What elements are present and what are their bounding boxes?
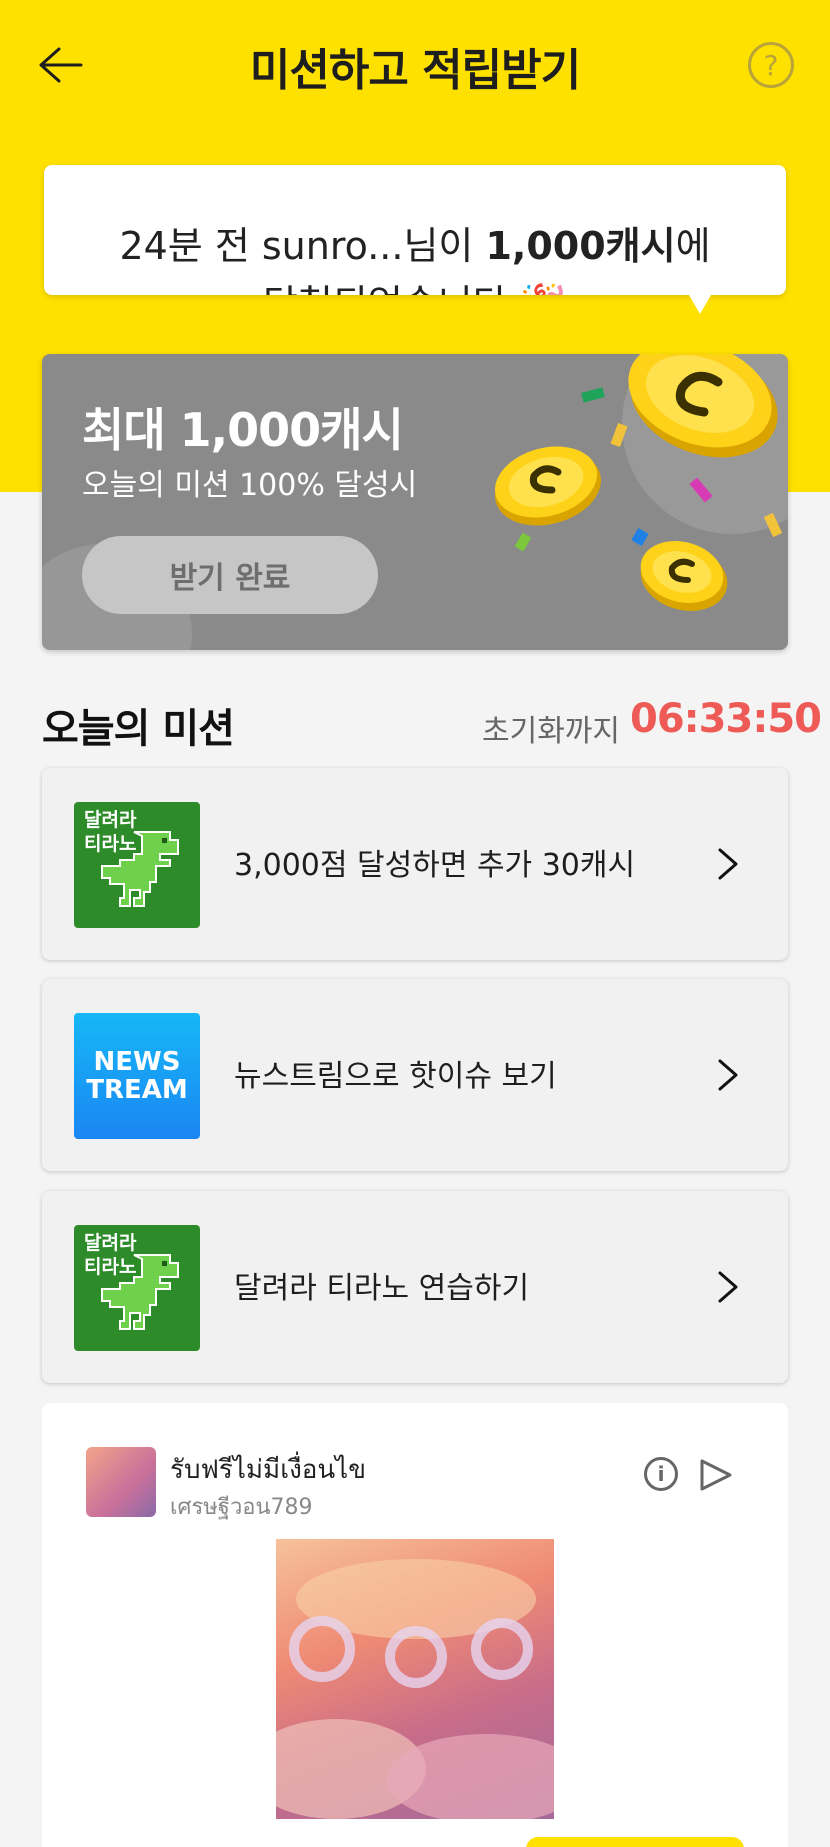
thumb-text: NEWS xyxy=(93,1047,181,1077)
newstream-icon: NEWS TREAM xyxy=(74,1013,200,1139)
dino-game-icon: 달려라 티라노 xyxy=(74,1225,200,1351)
ad-advertiser: เศรษฐีวอน789 xyxy=(170,1495,313,1520)
missions-title: 오늘의 미션 xyxy=(42,706,235,752)
reward-subtitle: 오늘의 미션 100% 달성시 xyxy=(82,468,418,503)
help-button[interactable]: ? xyxy=(748,42,794,88)
mission-item[interactable]: 달려라 티라노 3,000점 달성하면 추가 30캐시 xyxy=(42,768,788,960)
chevron-right-icon xyxy=(718,1271,738,1303)
page-title: 미션하고 적립받기 xyxy=(249,45,581,96)
app-header: 미션하고 적립받기 ? xyxy=(0,0,830,130)
mission-label: 3,000점 달성하면 추가 30캐시 xyxy=(234,848,636,883)
chevron-right-icon xyxy=(718,848,738,880)
ticker-next-line: 당첨되었습니다 🎉 xyxy=(44,273,786,295)
reward-title: 최대 1,000캐시 xyxy=(82,403,404,457)
info-icon[interactable]: i xyxy=(644,1457,678,1491)
ad-card[interactable]: รับฟรีไม่มีเงื่อนไข เศรษฐีวอน789 i xyxy=(42,1403,788,1847)
question-icon: ? xyxy=(763,48,779,82)
ad-choices-icon[interactable] xyxy=(696,1455,736,1495)
timer-label: 초기화까지 xyxy=(482,714,620,749)
ad-avatar xyxy=(86,1447,156,1517)
ticker-amount: 1,000캐시 xyxy=(485,224,676,268)
reward-card: 최대 1,000캐시 오늘의 미션 100% 달성시 받기 완료 xyxy=(42,354,788,650)
ticker-suffix: 에 xyxy=(675,224,711,268)
reset-timer: 06:33:50 xyxy=(630,696,822,742)
mission-label: 달려라 티라노 연습하기 xyxy=(234,1271,530,1306)
winner-ticker: 24분 전 sunro...님이 1,000캐시에 당첨되었습니다 🎉 xyxy=(44,165,786,295)
ad-title: รับฟรีไม่มีเงื่อนไข xyxy=(170,1455,367,1485)
ticker-pointer xyxy=(686,290,714,314)
ad-cta-button[interactable] xyxy=(526,1837,744,1847)
info-glyph: i xyxy=(657,1462,665,1486)
mission-item[interactable]: NEWS TREAM 뉴스트림으로 핫이슈 보기 xyxy=(42,979,788,1171)
ticker-line: 24분 전 sunro...님이 1,000캐시에 xyxy=(44,215,786,270)
claim-button[interactable]: 받기 완료 xyxy=(82,536,378,614)
chevron-right-icon xyxy=(718,1059,738,1091)
coins-illustration xyxy=(495,354,783,611)
ad-image[interactable] xyxy=(246,1539,586,1824)
mission-label: 뉴스트림으로 핫이슈 보기 xyxy=(234,1059,557,1094)
dino-game-icon: 달려라 티라노 xyxy=(74,802,200,928)
mission-item[interactable]: 달려라 티라노 달려라 티라노 연습하기 xyxy=(42,1191,788,1383)
ticker-prefix: 24분 전 sunro...님이 xyxy=(119,224,486,268)
thumb-text: TREAM xyxy=(86,1075,188,1105)
